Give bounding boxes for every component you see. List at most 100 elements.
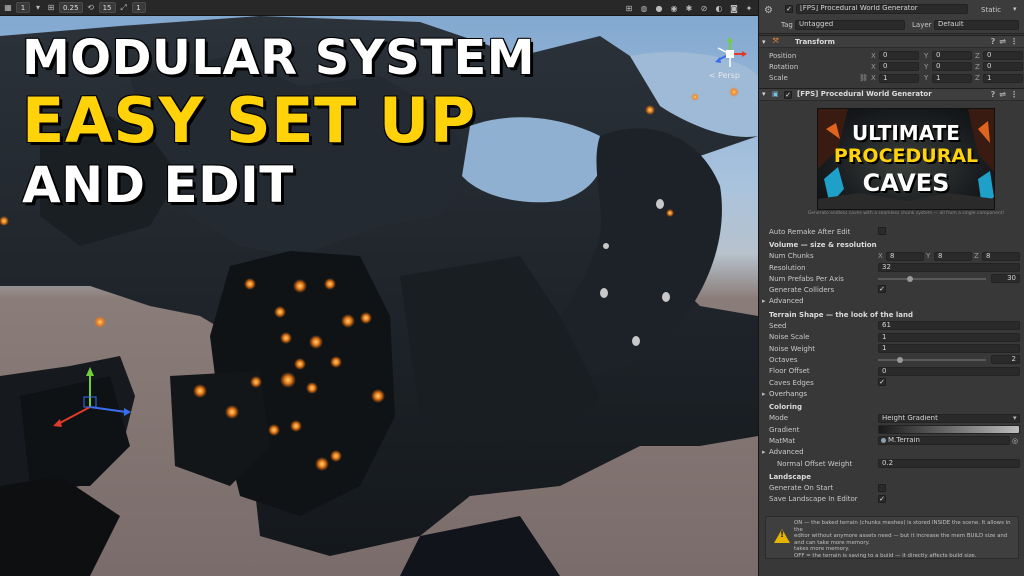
- noise-scale-field[interactable]: 1: [878, 332, 1020, 342]
- octaves-slider-knob[interactable]: [896, 357, 903, 364]
- transform-header[interactable]: ▾ ⤧ Transform ? ⇌ ⋮: [759, 35, 1024, 48]
- dropdown-icon[interactable]: ▾: [33, 3, 43, 13]
- component-enabled-checkbox[interactable]: ✓: [784, 90, 792, 99]
- save-landscape-checkbox[interactable]: ✓: [878, 494, 886, 503]
- layout-value[interactable]: 1: [16, 2, 30, 13]
- num-chunks-axis-y: Y: [926, 252, 931, 261]
- save-landscape-row: Save Landscape In Editor ✓: [759, 494, 1024, 505]
- layer-dropdown[interactable]: Default: [934, 20, 1019, 30]
- view-options-icon[interactable]: ⊞: [624, 3, 634, 13]
- position-axis-z: Z: [975, 51, 980, 60]
- volume-header-row: Volume — size & resolution: [759, 239, 1024, 250]
- gradient-label: Gradient: [769, 425, 800, 434]
- scale-y-field[interactable]: 1: [932, 73, 972, 83]
- position-y-field[interactable]: 0: [932, 51, 972, 61]
- num-prefabs-field[interactable]: 30: [991, 274, 1020, 284]
- scale-x-field[interactable]: 1: [879, 73, 919, 83]
- preset-icon[interactable]: ⇌: [999, 90, 1006, 99]
- tag-dropdown[interactable]: Untagged: [795, 20, 905, 30]
- foldout-arrow-icon[interactable]: ▾: [762, 38, 766, 46]
- num-chunks-y-field[interactable]: 8: [934, 251, 972, 261]
- overhangs-label[interactable]: Overhangs: [769, 390, 807, 398]
- rotation-y-field[interactable]: 0: [932, 62, 972, 72]
- foldout-arrow-icon[interactable]: ▾: [762, 90, 766, 98]
- wireframe-sphere-icon[interactable]: ◉: [669, 3, 679, 13]
- gizmos-icon[interactable]: ✦: [744, 3, 754, 13]
- terrain-header: Terrain Shape — the look of the land: [769, 310, 913, 319]
- help-icon[interactable]: ?: [991, 37, 996, 46]
- generate-on-start-checkbox[interactable]: [878, 483, 886, 492]
- advanced-coloring-foldout-icon[interactable]: ▸: [762, 448, 766, 456]
- num-prefabs-slider-track[interactable]: [878, 278, 986, 281]
- generate-colliders-checkbox[interactable]: ✓: [878, 285, 886, 294]
- grid-icon[interactable]: ▦: [3, 3, 13, 13]
- floor-offset-row: Floor Offset 0: [759, 366, 1024, 377]
- rotation-x-field[interactable]: 0: [879, 62, 919, 72]
- save-landscape-label: Save Landscape In Editor: [769, 495, 858, 504]
- headline-modular-system: MODULAR SYSTEM: [22, 30, 535, 86]
- gradient-field[interactable]: [878, 425, 1020, 435]
- audio-icon[interactable]: ⊘: [699, 3, 709, 13]
- shaded-sphere-icon[interactable]: ●: [654, 3, 664, 13]
- normal-offset-field[interactable]: 0.2: [878, 458, 1020, 468]
- caves-edges-checkbox[interactable]: ✓: [878, 377, 886, 386]
- menu-icon[interactable]: ⋮: [1010, 90, 1018, 99]
- help-line-3: and can take more memory.: [794, 539, 870, 546]
- scale-z-field[interactable]: 1: [983, 73, 1023, 83]
- preset-icon[interactable]: ⇌: [999, 37, 1006, 46]
- floor-offset-field[interactable]: 0: [878, 366, 1020, 376]
- octaves-slider-track[interactable]: [878, 359, 986, 362]
- rotate-snap-icon[interactable]: ⟲: [86, 3, 96, 13]
- scene-view[interactable]: ▦ 1 ▾ ⊞ 0.25 ⟲ 15 ⤢ 1 ⊞ ◍ ● ◉ ✱ ⊘ ◐ ◙ ✦: [0, 0, 758, 576]
- position-z-field[interactable]: 0: [983, 51, 1023, 61]
- octaves-row: Octaves 2: [759, 354, 1024, 365]
- scale-snap-field[interactable]: 1: [131, 2, 146, 13]
- normal-offset-row: Normal Offset Weight 0.2: [759, 458, 1024, 469]
- num-prefabs-label: Num Prefabs Per Axis: [769, 274, 844, 283]
- auto-remake-checkbox[interactable]: [878, 227, 886, 235]
- octaves-field[interactable]: 2: [991, 355, 1020, 365]
- rotation-z-field[interactable]: 0: [983, 62, 1023, 72]
- num-prefabs-row: Num Prefabs Per Axis 30: [759, 273, 1024, 284]
- material-object-field[interactable]: M.Terrain: [878, 436, 1010, 446]
- camera-icon[interactable]: ◙: [729, 3, 739, 13]
- static-dropdown-icon[interactable]: ▾: [1013, 5, 1017, 13]
- grid-snap-icon[interactable]: ⊞: [46, 3, 56, 13]
- dropdown-arrow-icon[interactable]: ▾: [1013, 414, 1017, 422]
- object-name-field[interactable]: [FPS] Procedural World Generator: [796, 4, 968, 14]
- num-chunks-z-field[interactable]: 8: [982, 251, 1020, 261]
- advanced-coloring-label[interactable]: Advanced: [769, 448, 804, 456]
- headline-easy-setup: EASY SET UP: [22, 84, 476, 157]
- grid-size-field[interactable]: 0.25: [59, 2, 83, 13]
- seed-field[interactable]: 61: [878, 321, 1020, 331]
- floor-offset-label: Floor Offset: [769, 367, 810, 376]
- effects-icon[interactable]: ◐: [714, 3, 724, 13]
- mode-row: Mode Height Gradient ▾: [759, 413, 1024, 424]
- noise-weight-field[interactable]: 1: [878, 343, 1020, 353]
- menu-icon[interactable]: ⋮: [1010, 37, 1018, 46]
- scale-snap-icon[interactable]: ⤢: [119, 3, 129, 13]
- generate-colliders-row: Generate Colliders ✓: [759, 284, 1024, 295]
- scale-axis-y: Y: [924, 74, 929, 83]
- orientation-gizmo[interactable]: [712, 36, 748, 72]
- rotation-axis-z: Z: [975, 62, 980, 71]
- mode-dropdown[interactable]: Height Gradient: [878, 413, 1020, 423]
- generator-component-header[interactable]: ▾ ▣ ✓ [FPS] Procedural World Generator ?…: [759, 87, 1024, 101]
- object-picker-icon[interactable]: ◎: [1012, 437, 1018, 445]
- overhangs-foldout-icon[interactable]: ▸: [762, 390, 766, 398]
- rotate-snap-field[interactable]: 15: [98, 2, 116, 13]
- generate-on-start-row: Generate On Start: [759, 483, 1024, 494]
- static-label: Static: [981, 6, 1002, 14]
- help-icon[interactable]: ?: [991, 90, 996, 99]
- globe-icon[interactable]: ◍: [639, 3, 649, 13]
- position-x-field[interactable]: 0: [879, 51, 919, 61]
- num-prefabs-slider-knob[interactable]: [907, 276, 914, 283]
- active-checkbox[interactable]: ✓: [785, 5, 793, 13]
- constrain-proportions-icon[interactable]: ⛓: [859, 74, 868, 82]
- num-chunks-x-field[interactable]: 8: [886, 251, 924, 261]
- projection-label[interactable]: < Persp: [709, 71, 740, 80]
- light-icon[interactable]: ✱: [684, 3, 694, 13]
- advanced-volume-foldout-icon[interactable]: ▸: [762, 297, 766, 305]
- advanced-volume-label[interactable]: Advanced: [769, 297, 804, 305]
- resolution-field[interactable]: 32: [878, 262, 1020, 272]
